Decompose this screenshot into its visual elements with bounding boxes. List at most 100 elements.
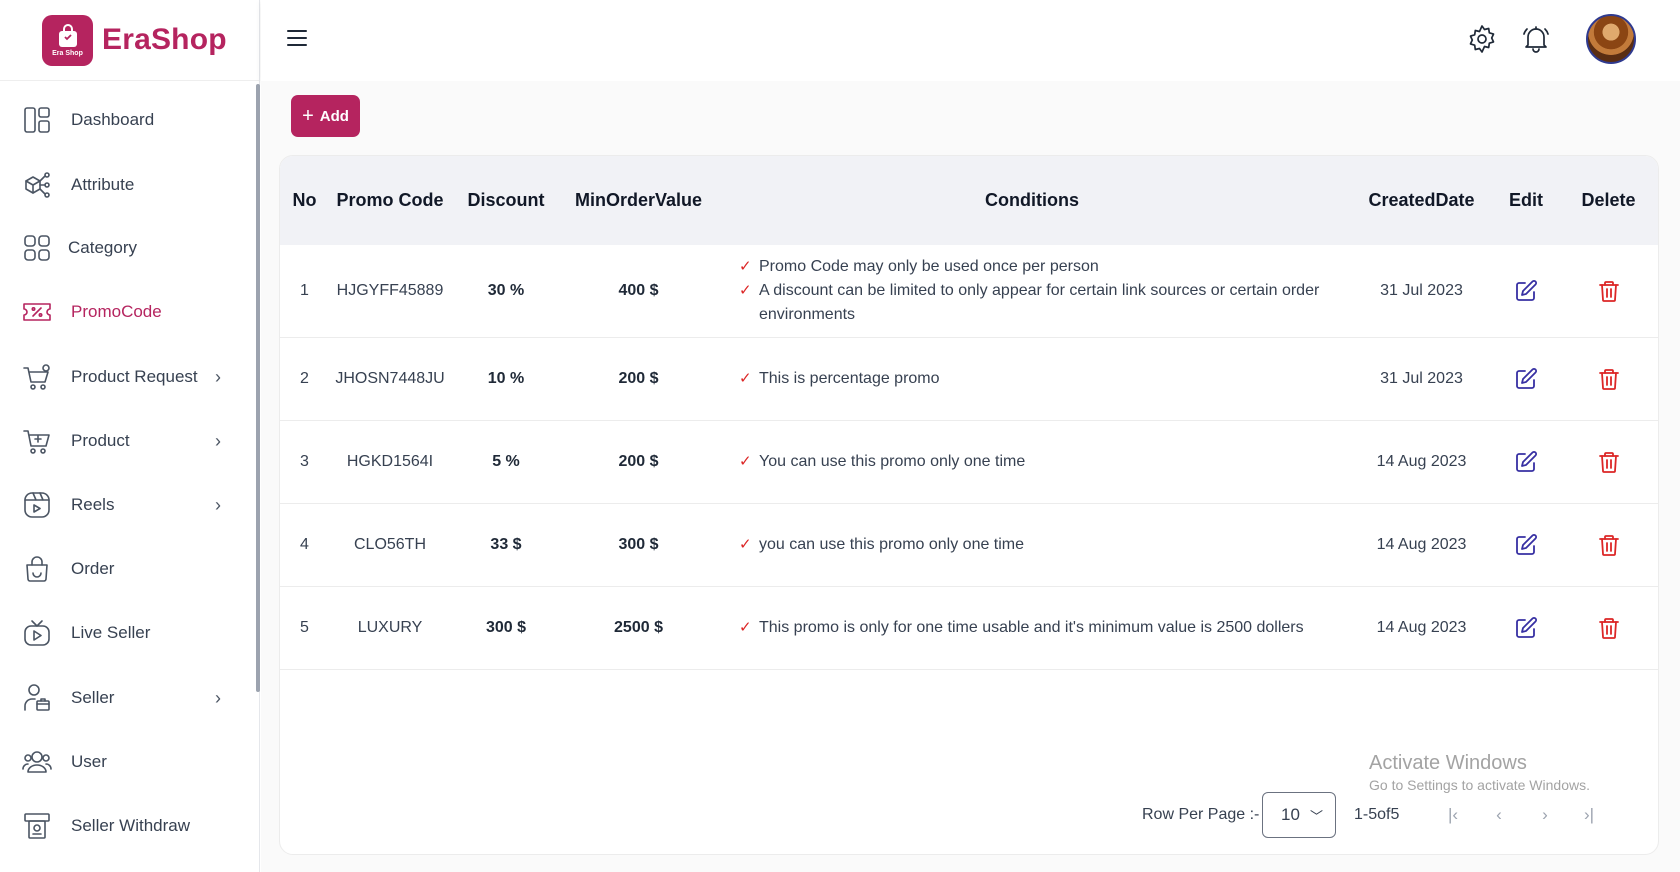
table-row: 1 HJGYFF45889 30 % 400 $ 31 Jul 2023 ✓ Promo C… (280, 245, 1658, 338)
cell-min-order: 2500 $ (614, 619, 663, 636)
sidebar-item-product[interactable]: Product › (0, 421, 252, 461)
sidebar-item-attribute[interactable]: Attribute (0, 165, 252, 205)
sidebar-scrollbar[interactable] (256, 84, 260, 692)
attribute-icon (22, 170, 52, 200)
sidebar-item-seller[interactable]: Seller › (0, 678, 252, 718)
trash-icon (1598, 452, 1619, 473)
cell-created-date: 31 Jul 2023 (1380, 282, 1463, 299)
header-promo-code: Promo Code (336, 190, 444, 210)
sidebar-item-promocode[interactable]: PromoCode (0, 292, 252, 332)
edit-button[interactable] (1495, 421, 1557, 503)
sidebar-item-seller-withdraw[interactable]: Seller Withdraw (0, 806, 252, 846)
header-edit: Edit (1509, 190, 1543, 210)
sidebar-item-category[interactable]: Category (0, 228, 252, 268)
cell-promo-code: HGKD1564I (346, 453, 434, 470)
delete-button[interactable] (1557, 504, 1658, 586)
edit-button[interactable] (1495, 245, 1557, 337)
brand-logo: Era Shop (42, 14, 93, 66)
cell-no: 3 (300, 453, 309, 470)
edit-button[interactable] (1495, 338, 1557, 420)
cell-conditions: ✓ This is percentage promo (739, 338, 1329, 420)
trash-icon (1598, 281, 1619, 302)
settings-icon[interactable] (1467, 24, 1497, 54)
cell-promo-code: LUXURY (357, 619, 423, 636)
condition-text: A discount can be limited to only appear… (759, 282, 1320, 323)
trash-icon (1598, 618, 1619, 639)
menu-icon[interactable] (287, 30, 307, 46)
cell-created-date: 31 Jul 2023 (1380, 370, 1463, 387)
cell-no: 4 (300, 536, 309, 553)
sidebar-item-reels[interactable]: Reels › (0, 485, 252, 525)
cell-promo-code: CLO56TH (353, 536, 427, 553)
next-page-icon[interactable]: › (1532, 802, 1558, 828)
sidebar-item-label: Seller Withdraw (71, 816, 191, 835)
cell-min-order: 400 $ (618, 282, 659, 299)
cell-discount: 33 $ (490, 536, 522, 553)
check-icon: ✓ (739, 536, 752, 553)
cell-conditions: ✓ This promo is only for one time usable … (739, 587, 1329, 669)
delete-button[interactable] (1557, 245, 1658, 337)
sidebar-item-dashboard[interactable]: Dashboard (0, 100, 252, 140)
sidebar-item-order[interactable]: Order (0, 549, 252, 589)
delete-button[interactable] (1557, 587, 1658, 669)
main-content: + Add No Promo Code Discount MinOrderVal… (261, 81, 1680, 872)
trash-icon (1598, 369, 1619, 390)
delete-button[interactable] (1557, 338, 1658, 420)
check-icon: ✓ (739, 370, 752, 387)
cell-created-date: 14 Aug 2023 (1376, 619, 1467, 636)
header-delete: Delete (1581, 190, 1636, 210)
edit-icon (1516, 280, 1537, 301)
header-discount: Discount (467, 190, 545, 210)
table-row: 4 CLO56TH 33 $ 300 $ 14 Aug 2023 ✓ you can use… (280, 504, 1658, 587)
chevron-right-icon: › (215, 430, 221, 451)
app-root: Era Shop EraShop Dashboard Attribute Cat… (0, 0, 1680, 872)
brand-name: EraShop (102, 23, 227, 56)
cell-conditions: ✓ You can use this promo only one time (739, 421, 1329, 503)
plus-icon: + (302, 105, 314, 127)
sidebar-item-product-request[interactable]: Product Request › (0, 357, 252, 397)
condition-item: ✓ you can use this promo only one time (739, 533, 1329, 557)
pagination: Row Per Page :- 10 ﹀ 1-5of5 |‹ ‹ › ›| (280, 792, 1658, 840)
condition-item: ✓ Promo Code may only be used once per pe… (739, 255, 1329, 279)
condition-item: ✓ A discount can be limited to only appea… (739, 279, 1329, 327)
add-button[interactable]: + Add (291, 95, 360, 137)
rows-per-page-select[interactable]: 10 ﹀ (1262, 792, 1336, 838)
edit-icon (1516, 451, 1537, 472)
edit-button[interactable] (1495, 587, 1557, 669)
last-page-icon[interactable]: ›| (1576, 802, 1602, 828)
table-row: 3 HGKD1564I 5 % 200 $ 14 Aug 2023 ✓ You can us… (280, 421, 1658, 504)
avatar[interactable] (1586, 14, 1636, 64)
sidebar-item-label: Product (71, 431, 130, 450)
prev-page-icon[interactable]: ‹ (1486, 802, 1512, 828)
edit-icon (1516, 617, 1537, 638)
header-no: No (292, 190, 317, 210)
cell-discount: 10 % (487, 370, 525, 387)
sidebar-item-label: Product Request (71, 367, 198, 386)
chevron-right-icon: › (215, 366, 221, 387)
sidebar-item-label: PromoCode (71, 302, 162, 321)
page-range: 1-5of5 (1354, 806, 1400, 823)
cell-created-date: 14 Aug 2023 (1376, 453, 1467, 470)
sidebar-item-label: User (71, 752, 107, 771)
trash-icon (1598, 535, 1619, 556)
cell-no: 1 (300, 282, 309, 299)
chevron-right-icon: › (215, 687, 221, 708)
sidebar: Era Shop EraShop Dashboard Attribute Cat… (0, 0, 260, 872)
add-button-label: Add (319, 107, 349, 125)
brand[interactable]: Era Shop EraShop (0, 0, 259, 81)
sidebar-item-user[interactable]: User (0, 742, 252, 782)
delete-button[interactable] (1557, 421, 1658, 503)
sidebar-item-live-seller[interactable]: Live Seller (0, 613, 252, 653)
condition-text: This is percentage promo (759, 370, 940, 387)
edit-button[interactable] (1495, 504, 1557, 586)
check-icon: ✓ (739, 619, 752, 636)
first-page-icon[interactable]: |‹ (1440, 802, 1466, 828)
condition-text: You can use this promo only one time (759, 453, 1026, 470)
rows-per-page-label: Row Per Page :- (1142, 806, 1260, 823)
bell-icon[interactable] (1521, 24, 1551, 54)
table-row: 5 LUXURY 300 $ 2500 $ 14 Aug 2023 ✓ This promo… (280, 587, 1658, 670)
chevron-right-icon: › (215, 494, 221, 515)
condition-item: ✓ This is percentage promo (739, 367, 1329, 391)
condition-text: This promo is only for one time usable a… (759, 619, 1304, 636)
edit-icon (1516, 368, 1537, 389)
